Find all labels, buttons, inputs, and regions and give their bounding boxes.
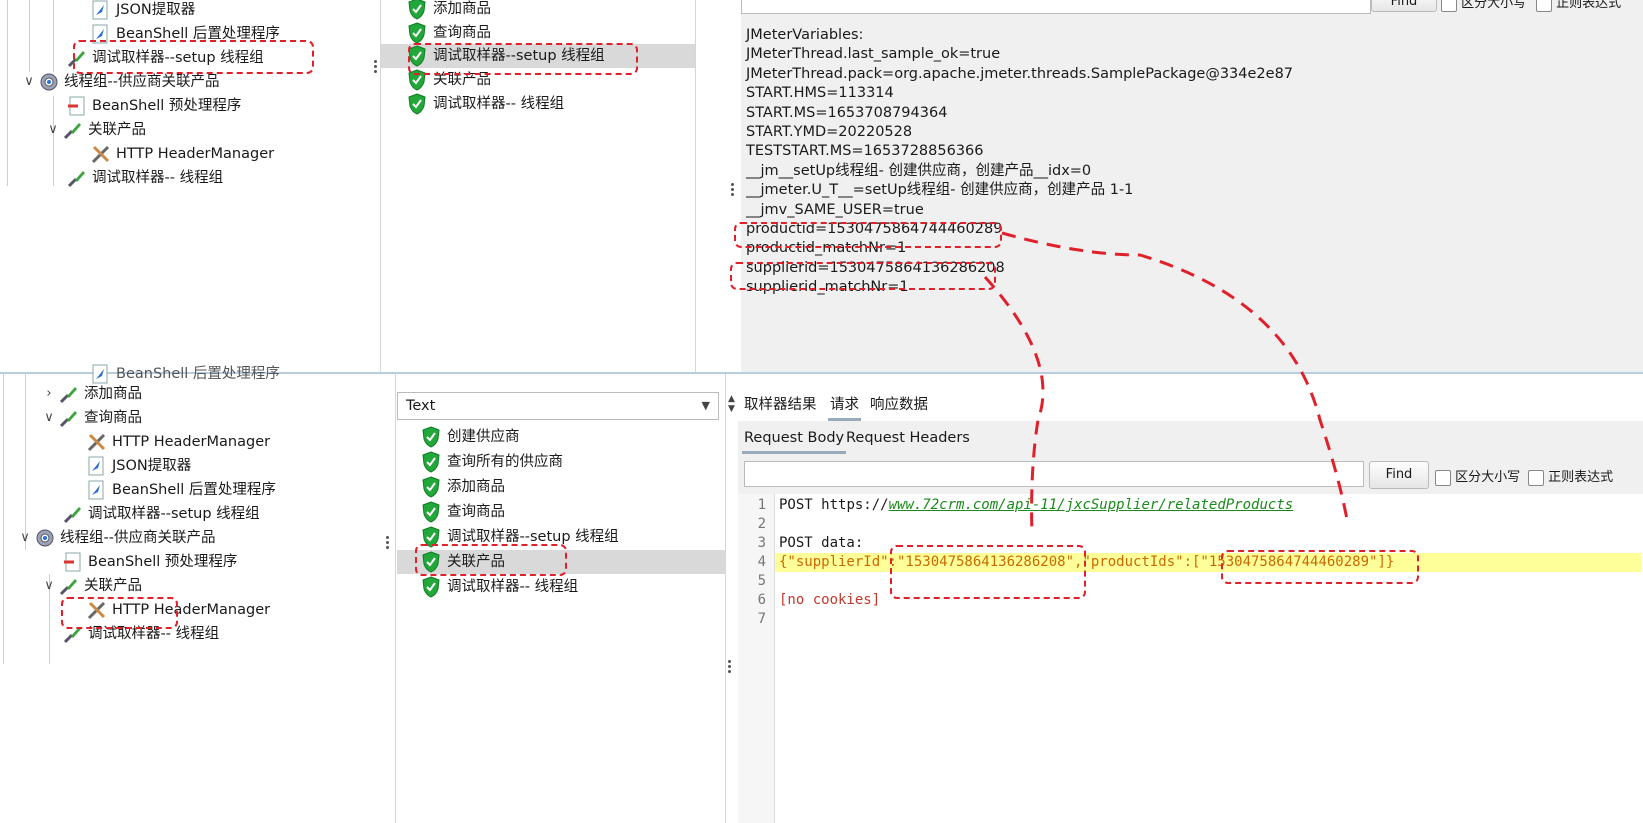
arrow-productid — [1001, 231, 1350, 526]
annotation-arrows — [983, 231, 1350, 536]
arrow-supplierid — [983, 275, 1045, 536]
